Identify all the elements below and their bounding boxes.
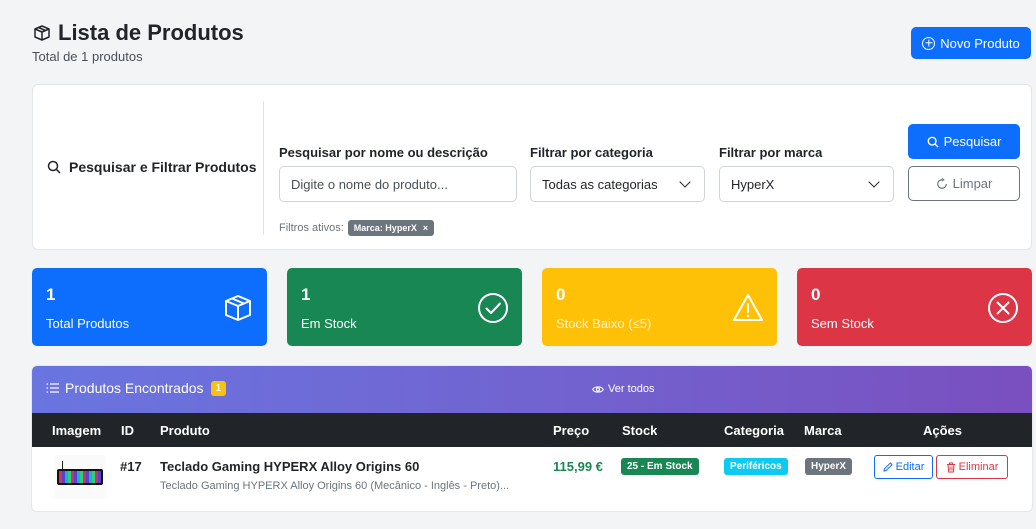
products-title: Produtos Encontrados 1 <box>46 380 227 396</box>
delete-button-label: Eliminar <box>958 461 999 473</box>
edit-button-label: Editar <box>895 461 925 473</box>
category-select[interactable]: Todas as categorias <box>530 166 705 202</box>
stat-card-total: 1 Total Produtos <box>32 268 267 346</box>
clear-button-label: Limpar <box>952 176 993 191</box>
trash-icon <box>946 462 955 472</box>
stat-label: Sem Stock <box>811 316 874 331</box>
active-filter-badge-text: Marca: HyperX <box>353 223 417 233</box>
product-image[interactable] <box>54 455 106 499</box>
table-row: #17 Teclado Gaming HYPERX Alloy Origins … <box>32 447 1032 511</box>
products-count-badge: 1 <box>210 380 227 396</box>
product-name: Teclado Gaming HYPERX Alloy Origins 60 <box>160 459 420 474</box>
brand-label: Filtrar por marca <box>719 145 823 160</box>
stat-label: Total Produtos <box>46 316 130 331</box>
edit-button[interactable]: Editar <box>874 455 933 479</box>
view-all-label: Ver todos <box>608 383 655 395</box>
box-icon <box>34 25 50 41</box>
stat-card-out-of-stock: 0 Sem Stock <box>797 268 1032 346</box>
filter-card: Pesquisar e Filtrar Produtos Pesquisar p… <box>32 84 1032 250</box>
search-icon <box>47 160 61 174</box>
new-product-button[interactable]: Novo Produto <box>911 27 1031 59</box>
stat-label: Stock Baixo (≤5) <box>556 316 652 331</box>
column-header[interactable]: Imagem <box>52 423 101 438</box>
brand-select-value: HyperX <box>731 176 775 192</box>
column-header[interactable]: Categoria <box>724 423 784 438</box>
clear-button[interactable]: Limpar <box>908 166 1020 201</box>
stat-label: Em Stock <box>301 316 357 331</box>
search-input[interactable]: Digite o nome do produto... <box>279 166 517 202</box>
x-circle-icon <box>988 293 1018 323</box>
table-header: Imagem ID Produto Preço Stock Categoria … <box>32 413 1032 447</box>
view-all-link[interactable]: Ver todos <box>592 383 654 395</box>
delete-button[interactable]: Eliminar <box>936 455 1008 479</box>
box-icon <box>225 295 251 321</box>
chevron-down-icon <box>679 176 691 188</box>
filter-heading: Pesquisar e Filtrar Produtos <box>47 159 257 175</box>
new-product-label: Novo Produto <box>940 35 1020 51</box>
product-id: #17 <box>120 459 142 474</box>
product-description: Teclado Gaming HYPERX Alloy Origins 60 (… <box>160 480 510 492</box>
check-circle-icon <box>478 293 508 323</box>
products-title-text: Produtos Encontrados <box>65 380 204 396</box>
search-icon <box>927 136 939 148</box>
page-title-text: Lista de Produtos <box>58 20 244 45</box>
filter-heading-text: Pesquisar e Filtrar Produtos <box>69 159 257 175</box>
plus-circle-icon <box>922 36 936 50</box>
stock-badge: 25 - Em Stock <box>621 458 699 475</box>
page-title: Lista de Produtos <box>32 20 244 46</box>
search-button[interactable]: Pesquisar <box>908 124 1020 159</box>
close-icon[interactable]: × <box>423 223 428 233</box>
warning-icon <box>733 294 763 321</box>
category-label: Filtrar por categoria <box>530 145 653 160</box>
category-select-value: Todas as categorias <box>542 176 658 192</box>
active-filters: Filtros ativos: Marca: HyperX × <box>279 220 435 236</box>
column-header[interactable]: Preço <box>553 423 589 438</box>
stat-value: 0 <box>811 285 821 304</box>
divider <box>263 101 264 235</box>
search-button-label: Pesquisar <box>943 134 1002 149</box>
category-badge: Periféricos <box>724 458 788 475</box>
chevron-down-icon <box>868 176 880 188</box>
stat-card-low-stock: 0 Stock Baixo (≤5) <box>542 268 777 346</box>
list-icon <box>46 383 59 393</box>
stat-value: 1 <box>46 285 56 304</box>
eye-icon <box>592 385 604 393</box>
page-subtitle: Total de 1 produtos <box>32 49 143 64</box>
brand-select[interactable]: HyperX <box>719 166 894 202</box>
keyboard-keys <box>59 471 101 483</box>
column-header[interactable]: Produto <box>160 423 210 438</box>
column-header[interactable]: Marca <box>804 423 842 438</box>
active-filter-badge[interactable]: Marca: HyperX × <box>347 220 435 236</box>
active-filters-label: Filtros ativos: <box>279 222 344 234</box>
page: Lista de Produtos Total de 1 produtos No… <box>0 0 1036 529</box>
products-panel: Produtos Encontrados 1 Ver todos Imagem … <box>32 366 1032 511</box>
page-header: Lista de Produtos Total de 1 produtos <box>32 20 244 64</box>
pencil-icon <box>882 462 893 472</box>
stat-card-in-stock: 1 Em Stock <box>287 268 522 346</box>
column-header[interactable]: Stock <box>622 423 657 438</box>
column-header: Ações <box>923 423 963 438</box>
stat-value: 1 <box>301 285 311 304</box>
column-header[interactable]: ID <box>121 423 134 438</box>
product-price: 115,99 € <box>553 459 603 474</box>
brand-badge: HyperX <box>805 458 853 475</box>
refresh-icon <box>936 177 947 189</box>
stat-value: 0 <box>556 285 566 304</box>
search-label: Pesquisar por nome ou descrição <box>279 145 488 160</box>
products-panel-header: Produtos Encontrados 1 Ver todos <box>32 366 1032 413</box>
